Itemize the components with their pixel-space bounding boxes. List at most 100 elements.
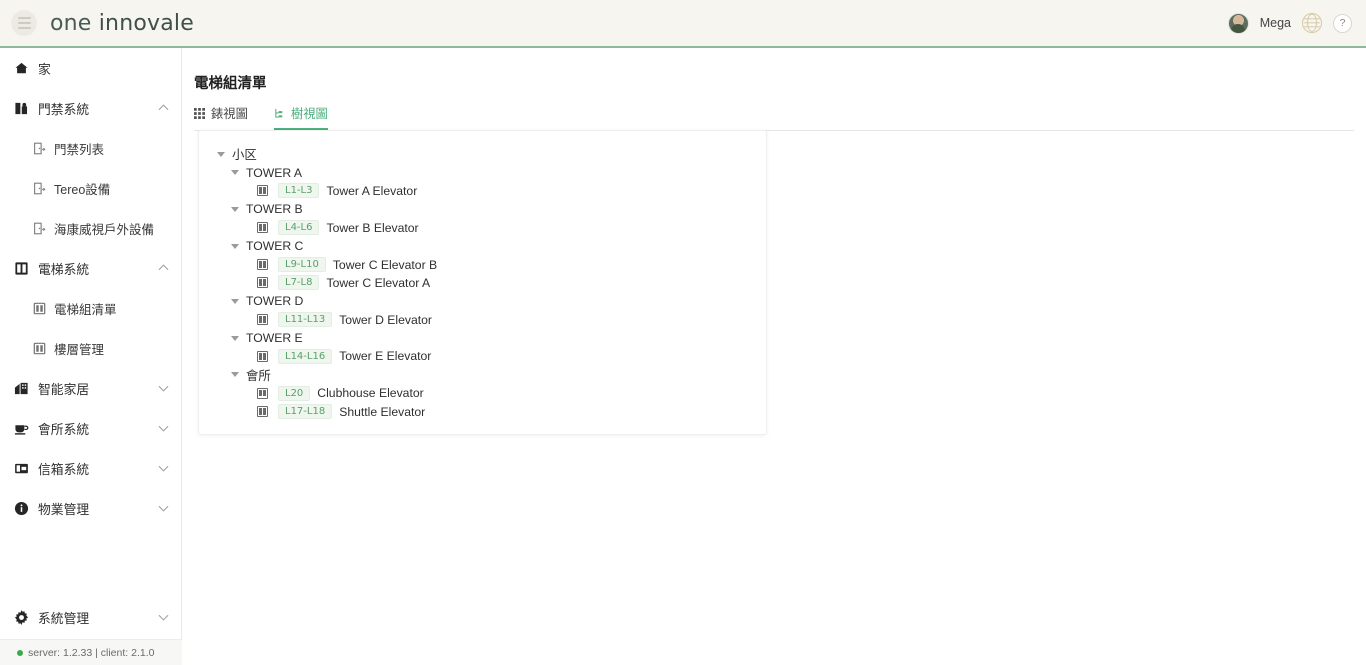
avatar[interactable] bbox=[1227, 12, 1249, 34]
tree-group-node[interactable]: TOWER C bbox=[199, 237, 766, 255]
sidebar-item-label: 家 bbox=[38, 61, 51, 77]
elevator-icon bbox=[257, 350, 268, 362]
chevron-down-icon[interactable] bbox=[158, 501, 169, 512]
sidebar-item-label: Tereo設備 bbox=[54, 182, 111, 197]
caret-down-icon[interactable] bbox=[231, 298, 239, 304]
sidebar-item-label: 門禁列表 bbox=[54, 142, 105, 157]
mailbox-icon bbox=[13, 460, 29, 476]
caret-down-icon[interactable] bbox=[231, 335, 239, 341]
floor-icon bbox=[32, 341, 46, 355]
version-status-text: server: 1.2.33 | client: 2.1.0 bbox=[28, 646, 155, 659]
floor-range-badge: L14-L16 bbox=[278, 348, 333, 364]
smart-home-icon bbox=[13, 380, 29, 396]
caret-down-icon[interactable] bbox=[231, 206, 239, 212]
chevron-down-icon[interactable] bbox=[158, 381, 169, 392]
elevator-icon bbox=[257, 259, 268, 271]
tree-node-label: TOWER A bbox=[246, 165, 302, 180]
brand-word-one: one bbox=[50, 10, 99, 36]
elevator-system-icon bbox=[13, 260, 29, 276]
sidebar-item-smart-home[interactable]: 智能家居 bbox=[0, 368, 182, 408]
chevron-down-icon[interactable] bbox=[158, 610, 169, 621]
floor-range-badge: L4-L6 bbox=[278, 220, 320, 236]
sidebar-item-hikvision-outdoor-device[interactable]: 海康威視戶外設備 bbox=[0, 208, 182, 248]
caret-down-icon[interactable] bbox=[231, 372, 239, 378]
tab-tree-view[interactable]: 樹視圖 bbox=[273, 104, 328, 130]
tree-node-label: 會所 bbox=[246, 368, 271, 383]
main-content: 電梯組清單 錶視圖 樹視圖 小区 TOWER A L1-L3 Tower A E… bbox=[182, 48, 1366, 665]
sidebar-item-label: 智能家居 bbox=[38, 381, 90, 397]
sidebar-item-elevator-system[interactable]: 電梯系統 bbox=[0, 248, 182, 288]
sidebar-footer: server: 1.2.33 | client: 2.1.0 bbox=[0, 639, 182, 665]
elevator-name: Tower C Elevator B bbox=[332, 257, 438, 272]
floor-range-badge: L11-L13 bbox=[278, 312, 333, 328]
view-tabs: 錶視圖 樹視圖 bbox=[194, 104, 1354, 131]
clubhouse-icon bbox=[13, 420, 29, 436]
sidebar-item-mailbox-system[interactable]: 信箱系統 bbox=[0, 448, 182, 488]
sidebar-item-label: 系統管理 bbox=[38, 610, 90, 626]
tree-group-node[interactable]: 會所 bbox=[199, 366, 766, 384]
tree-group-node[interactable]: TOWER A bbox=[199, 163, 766, 181]
chevron-up-icon[interactable] bbox=[158, 264, 169, 275]
elevator-name: Tower A Elevator bbox=[326, 183, 418, 198]
sidebar-item-label: 物業管理 bbox=[38, 501, 90, 517]
tree-node-label: TOWER D bbox=[246, 294, 304, 309]
tree-elevator-node[interactable]: L17-L18 Shuttle Elevator bbox=[199, 402, 766, 420]
tab-label: 錶視圖 bbox=[211, 107, 248, 121]
brand-logo: one innovale bbox=[50, 11, 194, 36]
sidebar-item-label: 信箱系統 bbox=[38, 461, 90, 477]
sidebar-item-clubhouse-system[interactable]: 會所系統 bbox=[0, 408, 182, 448]
top-bar-actions: Mega ? bbox=[1227, 12, 1366, 34]
door-icon bbox=[32, 141, 46, 155]
tree-elevator-node[interactable]: L20 Clubhouse Elevator bbox=[199, 384, 766, 402]
chevron-up-icon[interactable] bbox=[158, 104, 169, 115]
sidebar-item-floor-management[interactable]: 樓層管理 bbox=[0, 328, 182, 368]
help-button[interactable]: ? bbox=[1333, 13, 1352, 33]
elevator-icon bbox=[257, 406, 268, 418]
door-icon bbox=[32, 181, 46, 195]
sidebar-item-door-list[interactable]: 門禁列表 bbox=[0, 128, 182, 168]
floor-range-badge: L17-L18 bbox=[278, 404, 333, 420]
chevron-down-icon[interactable] bbox=[158, 461, 169, 472]
sidebar-item-label: 會所系統 bbox=[38, 421, 90, 437]
tree-group-node[interactable]: TOWER E bbox=[199, 329, 766, 347]
sidebar-item-home[interactable]: 家 bbox=[0, 48, 182, 88]
sidebar-item-tereo-device[interactable]: Tereo設備 bbox=[0, 168, 182, 208]
elevator-name: Tower B Elevator bbox=[326, 220, 419, 235]
elevator-name: Tower C Elevator A bbox=[326, 275, 431, 290]
tree-icon bbox=[274, 108, 285, 119]
chevron-down-icon[interactable] bbox=[158, 421, 169, 432]
tree-elevator-node[interactable]: L4-L6 Tower B Elevator bbox=[199, 219, 766, 237]
brand-word-innovale: innovale bbox=[98, 10, 194, 36]
tree-elevator-node[interactable]: L9-L10 Tower C Elevator B bbox=[199, 255, 766, 273]
top-bar: one innovale Mega ? bbox=[0, 0, 1366, 48]
floor-range-badge: L20 bbox=[278, 385, 311, 401]
elevator-icon bbox=[257, 387, 268, 399]
sidebar-item-elevator-group-list[interactable]: 電梯組清單 bbox=[0, 288, 182, 328]
elevator-icon bbox=[32, 301, 46, 315]
sidebar: 家 門禁系統 門禁列表 Tereo設備 海康威視戶外設備 電梯系統 電梯組清單 … bbox=[0, 48, 182, 665]
elevator-icon bbox=[257, 314, 268, 326]
elevator-name: Tower D Elevator bbox=[339, 312, 432, 327]
tree-elevator-node[interactable]: L1-L3 Tower A Elevator bbox=[199, 182, 766, 200]
tree-elevator-node[interactable]: L7-L8 Tower C Elevator A bbox=[199, 274, 766, 292]
elevator-tree-card: 小区 TOWER A L1-L3 Tower A Elevator TOWER … bbox=[198, 130, 767, 435]
caret-down-icon[interactable] bbox=[231, 243, 239, 249]
tree-group-node[interactable]: TOWER D bbox=[199, 292, 766, 310]
sidebar-item-system-management[interactable]: 系統管理 bbox=[0, 597, 182, 637]
tree-group-node[interactable]: 小区 bbox=[199, 145, 766, 163]
caret-down-icon[interactable] bbox=[231, 170, 239, 176]
sidebar-item-property-management[interactable]: 物業管理 bbox=[0, 488, 182, 528]
tree-node-label: TOWER B bbox=[246, 202, 303, 217]
elevator-icon bbox=[257, 185, 268, 197]
hamburger-icon[interactable] bbox=[11, 10, 37, 36]
tree-elevator-node[interactable]: L14-L16 Tower E Elevator bbox=[199, 347, 766, 365]
app-root: one innovale Mega ? 家 門禁系統 門禁列表 Tereo設備 … bbox=[0, 0, 1366, 665]
tab-table-view[interactable]: 錶視圖 bbox=[194, 104, 248, 129]
caret-down-icon[interactable] bbox=[217, 151, 225, 157]
elevator-name: Clubhouse Elevator bbox=[317, 386, 424, 401]
tree-group-node[interactable]: TOWER B bbox=[199, 200, 766, 218]
globe-icon[interactable] bbox=[1302, 13, 1322, 33]
elevator-name: Shuttle Elevator bbox=[339, 404, 426, 419]
tree-elevator-node[interactable]: L11-L13 Tower D Elevator bbox=[199, 311, 766, 329]
sidebar-item-access-control[interactable]: 門禁系統 bbox=[0, 88, 182, 128]
